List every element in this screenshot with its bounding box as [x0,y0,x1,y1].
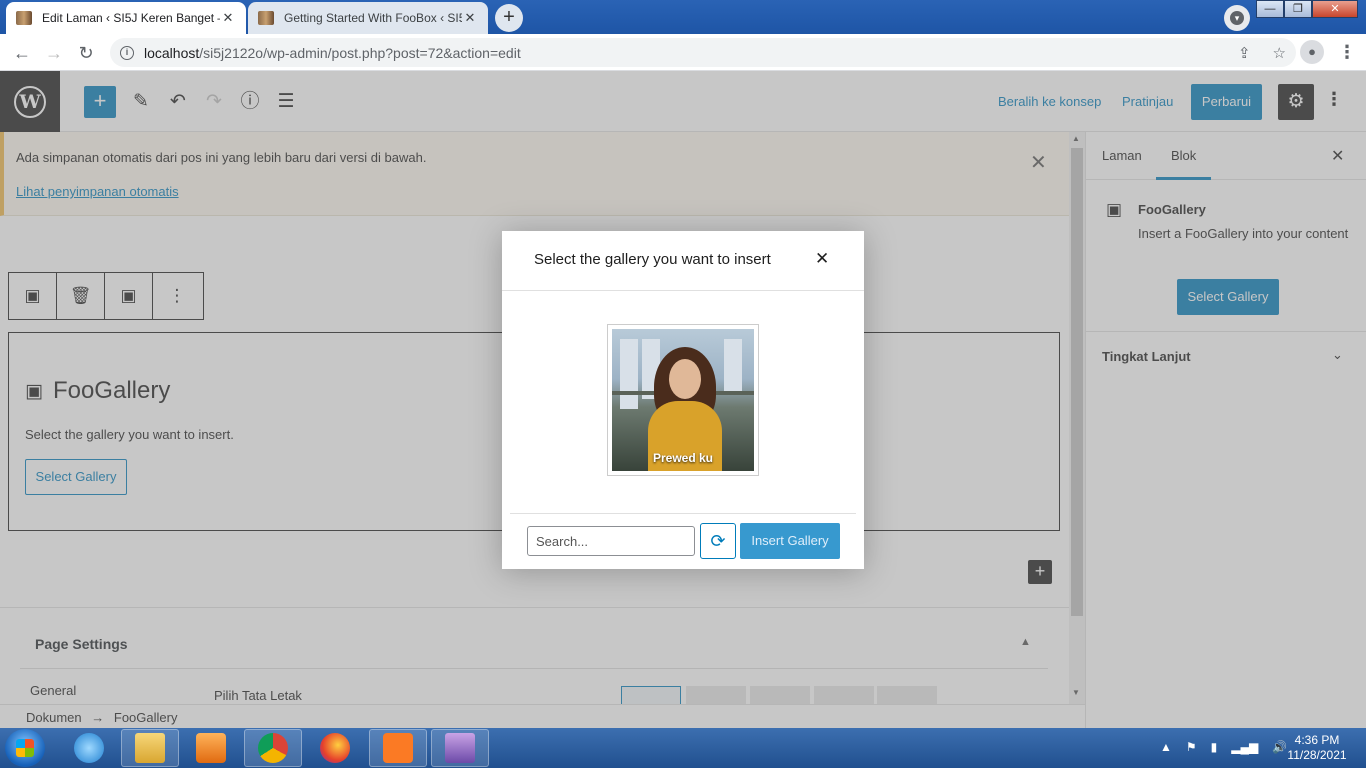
action-center-flag-icon[interactable]: ⚑ [1186,740,1197,754]
modal-header: Select the gallery you want to insert ✕ [502,231,864,291]
gallery-cover-image: Prewed ku [612,329,754,471]
forward-arrow-icon[interactable]: → [42,41,66,65]
modal-title: Select the gallery you want to insert [534,251,771,268]
site-favicon-icon [258,11,274,25]
archive-icon[interactable] [431,729,489,767]
taskbar-clock[interactable]: 4:36 PM 11/28/2021 [1282,733,1352,763]
browser-menu-icon[interactable]: ⋮ [1338,41,1356,63]
bookmark-star-icon[interactable]: ☆ [1273,44,1286,62]
media-player-icon[interactable] [182,729,240,767]
close-modal-icon[interactable]: ✕ [815,249,829,269]
url-path: /si5j2122o/wp-admin/post.php?post=72&act… [199,44,521,61]
reload-icon[interactable]: ↻ [74,41,98,65]
start-button-icon[interactable] [5,729,45,767]
gallery-caption: Prewed ku [652,451,714,465]
browser-tab-strip: Edit Laman ‹ SI5J Keren Banget — ✕ Getti… [0,0,1366,34]
browser-toolbar: ← → ↻ i localhost/si5j2122o/wp-admin/pos… [0,34,1366,71]
firefox-icon[interactable] [306,729,364,767]
battery-icon[interactable]: ▮ [1211,740,1218,754]
photo-face [669,359,701,399]
tab-title: Getting Started With FooBox ‹ SI5 [284,11,462,25]
tab-close-icon[interactable]: ✕ [462,10,478,26]
browser-tab-edit-page[interactable]: Edit Laman ‹ SI5J Keren Banget — ✕ [6,2,246,34]
tab-title: Edit Laman ‹ SI5J Keren Banget — [42,11,220,25]
site-info-icon[interactable]: i [120,45,134,60]
insert-gallery-button[interactable]: Insert Gallery [740,523,840,559]
window-controls: — ❐ ✕ [1256,0,1358,18]
file-explorer-icon[interactable] [121,729,179,767]
chrome-icon[interactable] [244,729,302,767]
gallery-search-input[interactable] [527,526,695,556]
close-window-button[interactable]: ✕ [1312,0,1358,18]
tab-close-icon[interactable]: ✕ [220,10,236,26]
windows-taskbar: ▲ ⚑ ▮ ▂▄▆ 🔊 4:36 PM 11/28/2021 [0,728,1366,768]
chrome-profile-icon[interactable]: ▾ [1224,5,1250,31]
browser-tab-foobox[interactable]: Getting Started With FooBox ‹ SI5 ✕ [248,2,488,34]
share-icon[interactable]: ⇪ [1238,44,1251,62]
back-arrow-icon[interactable]: ← [10,41,34,65]
minimize-button[interactable]: — [1256,0,1284,18]
photo-building [724,339,742,394]
internet-explorer-icon[interactable] [60,729,118,767]
modal-footer-divider [510,513,856,514]
xampp-icon[interactable] [369,729,427,767]
refresh-icon[interactable]: ⟳ [700,523,736,559]
account-avatar-icon[interactable]: ● [1300,40,1324,64]
site-favicon-icon [16,11,32,25]
clock-time: 4:36 PM [1294,733,1340,747]
photo-building [620,339,638,409]
omnibox-actions: ⇪ ☆ [1238,44,1286,62]
system-tray: ▲ ⚑ ▮ ▂▄▆ 🔊 [1160,740,1287,754]
new-tab-plus-icon[interactable]: + [495,4,523,32]
address-bar[interactable]: i localhost/si5j2122o/wp-admin/post.php?… [110,38,1296,67]
show-hidden-icons-icon[interactable]: ▲ [1160,740,1172,754]
network-signal-icon[interactable]: ▂▄▆ [1231,740,1258,754]
maximize-button[interactable]: ❐ [1284,0,1312,18]
gallery-thumbnail[interactable]: Prewed ku [607,324,759,476]
clock-date: 11/28/2021 [1287,748,1347,762]
url-host: localhost [144,44,200,61]
select-gallery-modal: Select the gallery you want to insert ✕ … [502,231,864,569]
